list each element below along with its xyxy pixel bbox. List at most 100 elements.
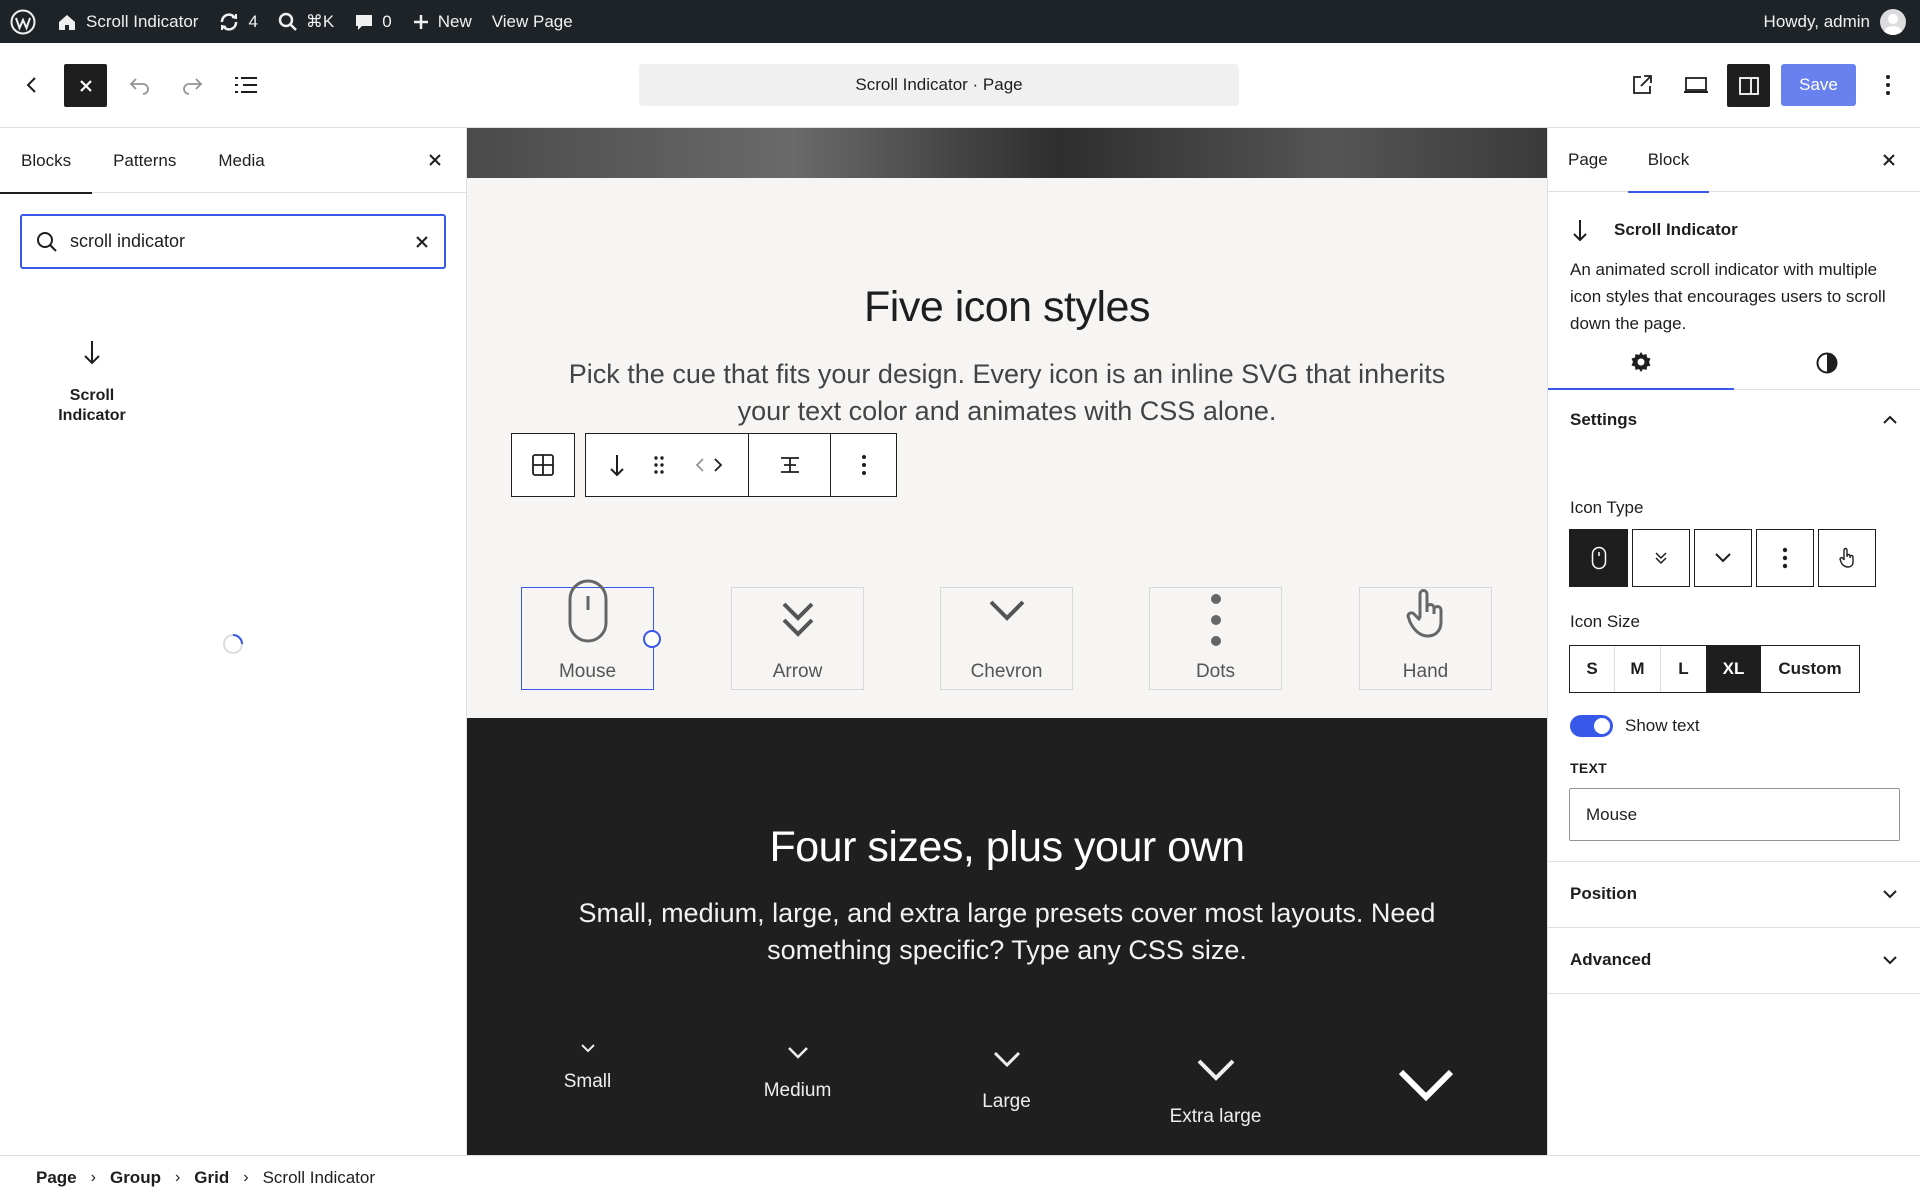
drag-handle-icon[interactable] bbox=[652, 454, 666, 476]
new-content-link[interactable]: New bbox=[402, 0, 482, 43]
text-input[interactable]: Mouse bbox=[1569, 788, 1900, 841]
tab-page[interactable]: Page bbox=[1548, 128, 1628, 192]
section-heading-sizes[interactable]: Four sizes, plus your own bbox=[467, 823, 1547, 872]
show-text-toggle[interactable] bbox=[1570, 715, 1613, 737]
settings-sidebar-toggle[interactable] bbox=[1727, 64, 1770, 107]
double-chevron-down-icon bbox=[782, 602, 813, 637]
home-icon bbox=[59, 14, 75, 30]
close-icon bbox=[79, 79, 92, 92]
position-panel-title: Position bbox=[1570, 884, 1638, 903]
tab-media[interactable]: Media bbox=[197, 128, 285, 193]
tab-settings[interactable] bbox=[1548, 336, 1734, 390]
position-panel-toggle[interactable]: Position bbox=[1548, 861, 1920, 927]
wordpress-logo-button[interactable] bbox=[0, 0, 46, 43]
redo-icon bbox=[183, 78, 203, 95]
view-page-link[interactable]: View Page bbox=[482, 0, 583, 43]
tab-styles[interactable] bbox=[1734, 336, 1920, 389]
resize-handle[interactable] bbox=[643, 630, 661, 648]
account-menu[interactable]: Howdy, admin bbox=[1764, 8, 1920, 35]
document-overview-button[interactable] bbox=[226, 64, 266, 106]
icon-type-dots[interactable] bbox=[1756, 529, 1814, 587]
icon-type-mouse[interactable] bbox=[1569, 529, 1628, 587]
breadcrumb-item-grid[interactable]: Grid bbox=[194, 1168, 229, 1188]
size-label: Medium bbox=[763, 1080, 832, 1101]
icon-size-l[interactable]: L bbox=[1661, 646, 1706, 692]
text-input-value: Mouse bbox=[1586, 804, 1638, 824]
settings-sidebar: Page Block Scroll Indicator An animated … bbox=[1547, 128, 1920, 1155]
icon-card-mouse[interactable]: Mouse bbox=[521, 579, 654, 690]
select-parent-button[interactable] bbox=[511, 433, 575, 497]
wordpress-icon bbox=[10, 9, 36, 34]
block-search-input[interactable]: scroll indicator bbox=[70, 231, 402, 252]
search-icon bbox=[278, 12, 297, 31]
list-view-icon bbox=[235, 77, 257, 93]
size-demo-large[interactable]: Large bbox=[940, 1051, 1073, 1113]
updates-link[interactable]: 4 bbox=[208, 0, 267, 43]
breadcrumb-item-group[interactable]: Group bbox=[110, 1168, 161, 1188]
icon-size-s[interactable]: S bbox=[1570, 646, 1615, 692]
document-title-bar[interactable]: Scroll Indicator · Page bbox=[639, 64, 1239, 106]
justify-button[interactable] bbox=[749, 433, 831, 497]
arrow-down-icon bbox=[84, 341, 100, 365]
arrow-down-icon[interactable] bbox=[607, 452, 627, 478]
tab-blocks[interactable]: Blocks bbox=[0, 128, 93, 194]
save-button[interactable]: Save bbox=[1781, 64, 1856, 106]
preview-device-button[interactable] bbox=[1676, 64, 1716, 106]
contrast-icon bbox=[1816, 352, 1838, 373]
block-breadcrumb: Page › Group › Grid › Scroll Indicator bbox=[0, 1155, 1920, 1200]
close-sidebar-button[interactable] bbox=[1881, 128, 1920, 191]
section-paragraph-sizes[interactable]: Small, medium, large, and extra large pr… bbox=[567, 895, 1447, 969]
loading-spinner-icon bbox=[223, 634, 243, 654]
tab-block[interactable]: Block bbox=[1627, 128, 1710, 193]
icon-card-dots[interactable]: Dots bbox=[1149, 587, 1282, 690]
breadcrumb-item-page[interactable]: Page bbox=[36, 1168, 77, 1188]
site-name: Scroll Indicator bbox=[86, 11, 199, 31]
size-demo-extra-large[interactable]: Extra large bbox=[1149, 1058, 1282, 1128]
redo-button[interactable] bbox=[172, 64, 212, 106]
icon-type-hand[interactable] bbox=[1818, 529, 1876, 587]
tab-patterns[interactable]: Patterns bbox=[92, 128, 197, 193]
move-left-right-icon[interactable] bbox=[691, 454, 727, 476]
size-demo-medium[interactable]: Medium bbox=[731, 1046, 864, 1102]
advanced-panel-toggle[interactable]: Advanced bbox=[1548, 927, 1920, 993]
inserter-tabs: Blocks Patterns Media bbox=[0, 128, 467, 194]
undo-button[interactable] bbox=[120, 64, 160, 106]
text-field-label: TEXT bbox=[1570, 760, 1607, 776]
avatar bbox=[1880, 8, 1906, 35]
icon-size-m[interactable]: M bbox=[1615, 646, 1661, 692]
block-search-field[interactable]: scroll indicator bbox=[20, 214, 446, 269]
block-result-scroll-indicator[interactable]: Scroll Indicator bbox=[36, 338, 148, 426]
command-palette-link[interactable]: ⌘K bbox=[268, 0, 344, 43]
chevron-down-icon bbox=[1197, 1059, 1234, 1081]
icon-type-arrow[interactable] bbox=[1632, 529, 1690, 587]
editor-canvas[interactable]: Five icon styles Pick the cue that fits … bbox=[467, 128, 1547, 1155]
comments-link[interactable]: 0 bbox=[344, 0, 401, 43]
section-paragraph-icon-styles[interactable]: Pick the cue that fits your design. Ever… bbox=[567, 356, 1447, 430]
mouse-icon bbox=[1591, 546, 1606, 570]
size-demo-small[interactable]: Small bbox=[521, 1043, 654, 1093]
close-icon bbox=[429, 154, 441, 166]
view-page-button[interactable] bbox=[1622, 64, 1662, 106]
size-demo-custom[interactable] bbox=[1359, 1068, 1492, 1102]
icon-card-chevron[interactable]: Chevron bbox=[940, 587, 1073, 690]
options-menu-button[interactable] bbox=[1870, 64, 1906, 106]
site-name-link[interactable]: Scroll Indicator bbox=[46, 0, 208, 43]
close-inserter-button[interactable] bbox=[64, 64, 107, 107]
section-heading-icon-styles[interactable]: Five icon styles bbox=[467, 283, 1547, 332]
close-inserter-panel-button[interactable] bbox=[427, 128, 467, 192]
save-label: Save bbox=[1799, 75, 1838, 94]
chevron-left-icon bbox=[26, 77, 36, 93]
block-options-button[interactable] bbox=[831, 433, 897, 497]
view-page-label: View Page bbox=[491, 11, 573, 31]
chevron-down-icon bbox=[1715, 553, 1731, 563]
icon-card-arrow[interactable]: Arrow bbox=[731, 587, 864, 690]
clear-search-icon[interactable] bbox=[414, 234, 430, 250]
back-button[interactable] bbox=[14, 64, 50, 106]
icon-size-xl[interactable]: XL bbox=[1706, 646, 1761, 692]
icon-card-hand[interactable]: Hand bbox=[1359, 587, 1492, 690]
show-text-row: Show text bbox=[1570, 715, 1700, 737]
block-card-header: Scroll Indicator bbox=[1570, 217, 1738, 243]
icon-size-custom[interactable]: Custom bbox=[1761, 646, 1859, 692]
icon-type-chevron[interactable] bbox=[1694, 529, 1752, 587]
settings-panel-toggle[interactable]: Settings bbox=[1548, 390, 1920, 450]
